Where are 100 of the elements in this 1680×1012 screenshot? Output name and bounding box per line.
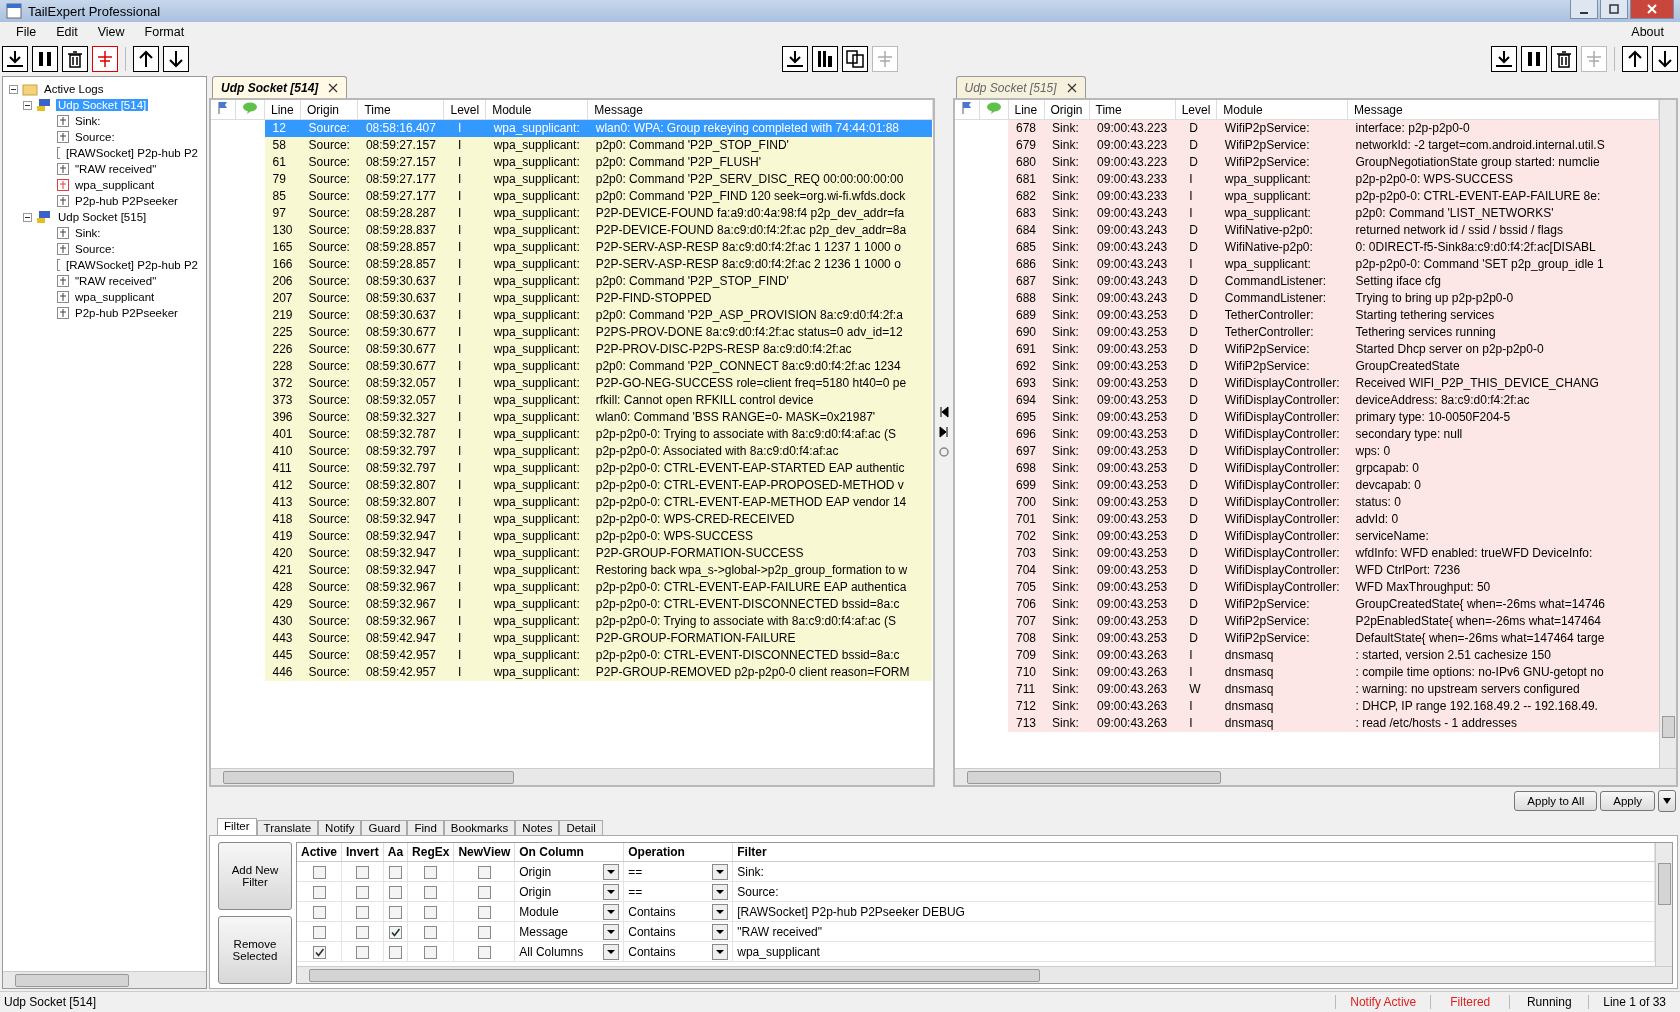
tree-item[interactable]: Active Logs <box>42 83 106 95</box>
checkbox[interactable] <box>388 905 402 919</box>
filter-action-button[interactable]: Remove Selected <box>218 916 292 984</box>
tree-item[interactable]: "RAW received" <box>73 163 159 175</box>
tree-item[interactable]: Source: <box>73 243 117 255</box>
horizontal-scrollbar[interactable] <box>297 966 1672 983</box>
flag-icon[interactable] <box>217 101 229 115</box>
tree-item[interactable]: [RAWSocket] P2p-hub P2 <box>64 147 200 159</box>
checkbox[interactable] <box>388 925 402 939</box>
panel-tab[interactable]: Translate <box>256 820 319 835</box>
menu-item[interactable]: File <box>8 25 45 39</box>
column-header[interactable]: Line <box>264 100 301 120</box>
column-header[interactable]: Message <box>1347 100 1659 120</box>
checkbox[interactable] <box>477 865 491 879</box>
checkbox[interactable] <box>424 925 438 939</box>
column-header[interactable]: Active <box>297 843 342 862</box>
checkbox[interactable] <box>355 885 369 899</box>
panel-tab[interactable]: Notify <box>318 820 362 835</box>
tree-item[interactable]: P2p-hub P2Pseeker <box>73 307 180 319</box>
column-dropdown[interactable]: Origin <box>519 863 620 880</box>
checkbox[interactable] <box>312 945 326 959</box>
apply-button[interactable]: Apply to All <box>1514 791 1598 811</box>
checkbox[interactable] <box>355 945 369 959</box>
collapse-icon[interactable] <box>23 212 32 222</box>
vertical-scrollbar[interactable] <box>1655 843 1672 966</box>
checkbox[interactable] <box>312 905 326 919</box>
operation-dropdown[interactable]: == <box>628 863 729 880</box>
checkbox[interactable] <box>477 885 491 899</box>
filter-action-button[interactable]: Add New Filter <box>218 842 292 910</box>
checkbox[interactable] <box>477 945 491 959</box>
column-dropdown[interactable]: All Columns <box>519 943 620 960</box>
trash-icon[interactable] <box>62 46 88 72</box>
tree-item[interactable]: wpa_supplicant <box>73 291 157 303</box>
menu-item[interactable]: View <box>89 25 133 39</box>
operation-dropdown[interactable]: Contains <box>628 923 729 940</box>
maximize-button[interactable] <box>1600 0 1628 19</box>
column-header[interactable]: Time <box>1089 100 1176 120</box>
columns-icon[interactable] <box>812 46 838 72</box>
minimize-button[interactable] <box>1570 0 1598 19</box>
column-header[interactable]: Origin <box>300 100 358 120</box>
column-header[interactable]: Module <box>1216 100 1348 120</box>
checkbox[interactable] <box>312 865 326 879</box>
panel-tab[interactable]: Filter <box>217 818 257 835</box>
column-header[interactable]: Invert <box>341 843 384 862</box>
menu-item[interactable]: Edit <box>48 25 86 39</box>
arrow-left-icon[interactable] <box>938 405 949 418</box>
tree-item[interactable]: Sink: <box>73 227 103 239</box>
tree-item[interactable]: P2p-hub P2Pseeker <box>73 195 180 207</box>
tree-item[interactable]: wpa_supplicant <box>73 179 157 191</box>
filter-marker-icon[interactable] <box>92 46 118 72</box>
tree-item[interactable]: [RAWSocket] P2p-hub P2 <box>64 259 200 271</box>
collapse-icon[interactable] <box>9 84 18 94</box>
operation-dropdown[interactable]: Contains <box>628 943 729 960</box>
menu-item[interactable]: Format <box>136 25 193 39</box>
column-header[interactable]: Origin <box>1044 100 1090 120</box>
pause-icon[interactable] <box>1521 46 1547 72</box>
tree-item[interactable]: Sink: <box>73 115 103 127</box>
log-tab[interactable]: Udp Socket [515] <box>955 76 1086 98</box>
apply-button[interactable]: Apply <box>1600 791 1655 811</box>
panel-tab[interactable]: Bookmarks <box>443 820 516 835</box>
column-header[interactable]: Line <box>1008 100 1045 120</box>
operation-dropdown[interactable]: == <box>628 883 729 900</box>
column-header[interactable]: NewView <box>453 843 515 862</box>
log-tab[interactable]: Udp Socket [514] <box>212 76 348 98</box>
close-icon[interactable] <box>328 82 339 93</box>
checkbox[interactable] <box>355 865 369 879</box>
tail-down-icon[interactable] <box>1491 46 1517 72</box>
column-dropdown[interactable]: Message <box>519 923 620 940</box>
column-header[interactable]: Message <box>587 100 932 120</box>
horizontal-scrollbar[interactable] <box>211 768 933 785</box>
operation-dropdown[interactable]: Contains <box>628 903 729 920</box>
menu-item[interactable]: About <box>1623 25 1672 39</box>
column-header[interactable]: Time <box>357 100 444 120</box>
tree-item[interactable]: Udp Socket [515] <box>56 211 149 223</box>
horizontal-scrollbar[interactable] <box>954 768 1676 785</box>
speech-bubble-icon[interactable] <box>985 102 1002 114</box>
checkbox[interactable] <box>424 885 438 899</box>
column-header[interactable]: Module <box>485 100 588 120</box>
collapse-icon[interactable] <box>23 100 32 110</box>
tail-down-icon[interactable] <box>2 46 28 72</box>
column-header[interactable]: On Column <box>514 843 624 862</box>
checkbox[interactable] <box>477 905 491 919</box>
panel-tab[interactable]: Notes <box>515 820 560 835</box>
checkbox[interactable] <box>312 925 326 939</box>
column-header[interactable]: Operation <box>623 843 733 862</box>
column-header[interactable]: Aa <box>383 843 408 862</box>
pause-icon[interactable] <box>32 46 58 72</box>
column-header[interactable]: Level <box>1175 100 1217 120</box>
close-icon[interactable] <box>1066 82 1077 93</box>
copy-icon[interactable] <box>842 46 868 72</box>
checkbox[interactable] <box>312 885 326 899</box>
horizontal-scrollbar[interactable] <box>3 971 206 988</box>
tree-item[interactable]: Source: <box>73 131 117 143</box>
arrow-right-icon[interactable] <box>938 425 949 438</box>
checkbox[interactable] <box>388 945 402 959</box>
checkbox[interactable] <box>424 865 438 879</box>
column-header[interactable]: RegEx <box>407 843 454 862</box>
checkbox[interactable] <box>477 925 491 939</box>
speech-bubble-icon[interactable] <box>242 102 258 114</box>
checkbox[interactable] <box>355 905 369 919</box>
